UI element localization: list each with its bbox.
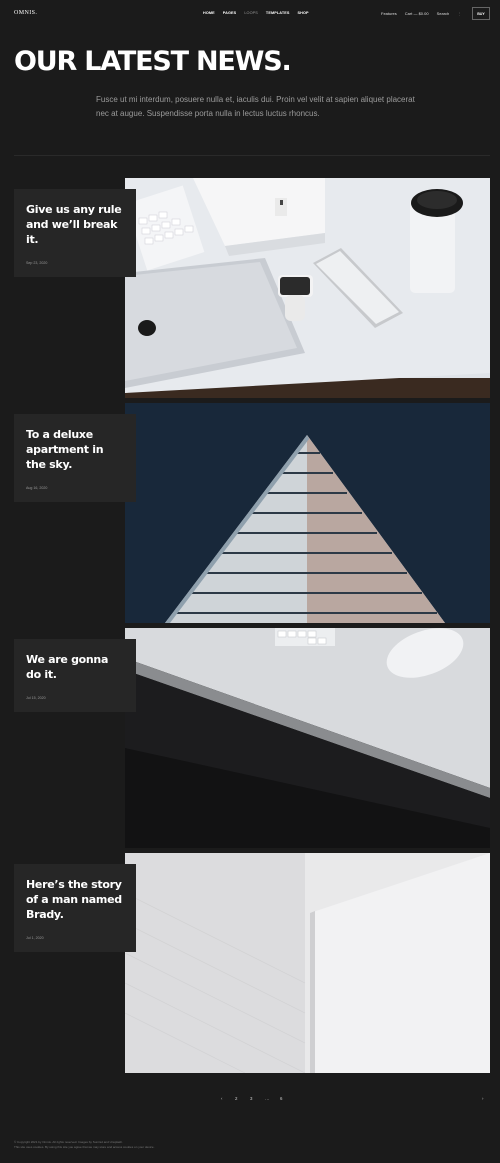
- post-image-white-architecture[interactable]: [125, 853, 490, 1073]
- pagination: ‹ 2 3 … 6 ›: [0, 1096, 500, 1106]
- post-card[interactable]: We are gonna do it. Jul 15, 2020: [14, 639, 136, 712]
- page-title: OUR LATEST NEWS.: [14, 46, 292, 77]
- buy-button[interactable]: BUY: [472, 7, 490, 20]
- page-link-6[interactable]: 6: [280, 1096, 282, 1101]
- divider: [14, 155, 490, 156]
- site-footer: © Copyright 2021 by Omnis. All rights re…: [14, 1140, 154, 1150]
- post-image-desk-edge[interactable]: [125, 628, 490, 848]
- nav-item-shop[interactable]: SHOP: [298, 11, 309, 15]
- page-link-3[interactable]: 3: [250, 1096, 252, 1101]
- post-item: We are gonna do it. Jul 15, 2020: [0, 628, 500, 848]
- next-page-icon[interactable]: ›: [482, 1096, 483, 1101]
- cookie-notice: This site uses cookies. By using this si…: [14, 1145, 155, 1149]
- secondary-nav: Features Cart — $0.00 Search ⋮: [381, 11, 461, 16]
- page-ellipsis: …: [265, 1096, 270, 1101]
- main-nav: HOME PAGES LOOPS TEMPLATES SHOP: [203, 11, 309, 15]
- post-card[interactable]: Here’s the story of a man named Brady. J…: [14, 864, 136, 952]
- post-date: Jul 1, 2020: [26, 936, 44, 940]
- post-title[interactable]: Here’s the story of a man named Brady.: [26, 877, 125, 922]
- post-date: Jul 15, 2020: [26, 696, 46, 700]
- prev-page-icon[interactable]: ‹: [221, 1096, 222, 1101]
- post-title[interactable]: We are gonna do it.: [26, 652, 125, 682]
- page-intro: Fusce ut mi interdum, posuere nulla et, …: [96, 95, 415, 118]
- nav-item-pages[interactable]: PAGES: [223, 11, 237, 15]
- site-logo[interactable]: OMNIS.: [14, 10, 37, 16]
- page-link-2[interactable]: 2: [235, 1096, 237, 1101]
- post-item: Give us any rule and we’ll break it. Sep…: [0, 178, 500, 398]
- post-title[interactable]: To a deluxe apartment in the sky.: [26, 427, 125, 472]
- post-image-desk-workspace[interactable]: [125, 178, 490, 398]
- post-card[interactable]: To a deluxe apartment in the sky. Aug 16…: [14, 414, 136, 502]
- post-date: Sep 23, 2020: [26, 261, 48, 265]
- nav-item-loops[interactable]: LOOPS: [244, 11, 258, 15]
- post-item: To a deluxe apartment in the sky. Aug 16…: [0, 403, 500, 623]
- post-title[interactable]: Give us any rule and we’ll break it.: [26, 202, 125, 247]
- post-item: Here’s the story of a man named Brady. J…: [0, 853, 500, 1073]
- site-header: OMNIS. HOME PAGES LOOPS TEMPLATES SHOP F…: [0, 0, 500, 26]
- nav-item-home[interactable]: HOME: [203, 11, 215, 15]
- menu-dots-icon[interactable]: ⋮: [457, 11, 461, 16]
- post-date: Aug 16, 2020: [26, 486, 48, 490]
- post-image-triangle-building[interactable]: [125, 403, 490, 623]
- cart-link[interactable]: Cart — $0.00: [405, 11, 429, 16]
- search-link[interactable]: Search: [437, 11, 450, 16]
- post-card[interactable]: Give us any rule and we’ll break it. Sep…: [14, 189, 136, 277]
- features-link[interactable]: Features: [381, 11, 397, 16]
- nav-item-templates[interactable]: TEMPLATES: [266, 11, 290, 15]
